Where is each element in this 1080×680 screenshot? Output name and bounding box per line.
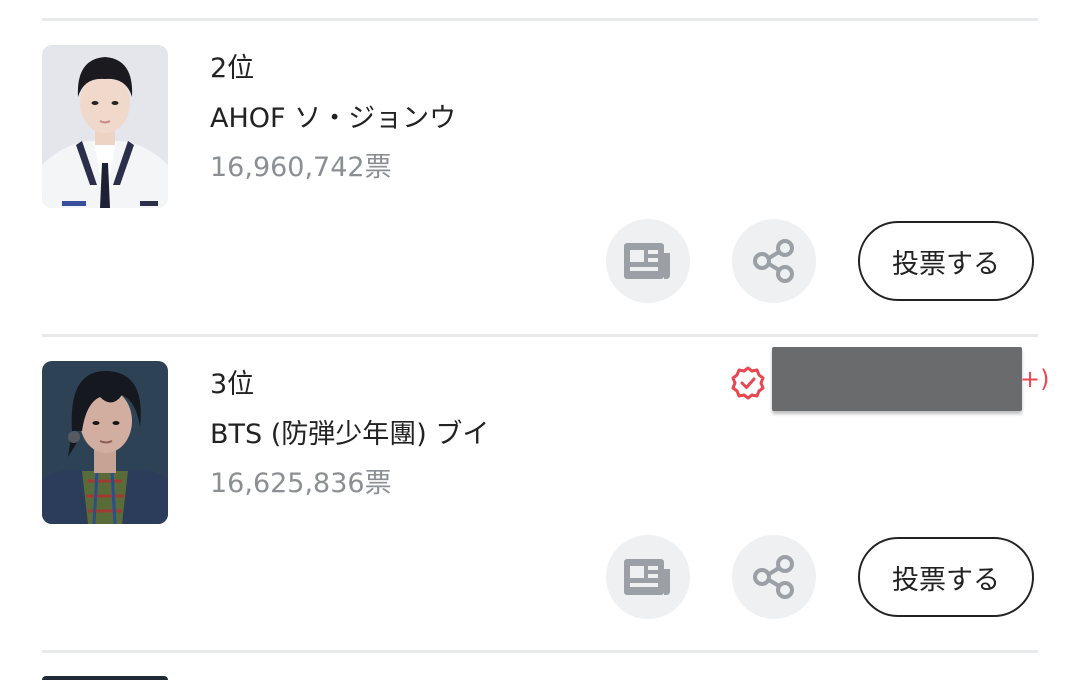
badge-suffix: +) xyxy=(1020,365,1050,393)
artist-name: BTS (防弾少年團) ブイ xyxy=(210,419,490,450)
verified-badge-icon xyxy=(730,365,766,405)
share-button[interactable] xyxy=(732,219,816,303)
news-button[interactable] xyxy=(606,219,690,303)
newspaper-icon xyxy=(624,243,670,279)
share-button[interactable] xyxy=(732,535,816,619)
ranking-list: 2位 AHOF ソ・ジョンウ 16,960,742票 投票する 3位 BTS (… xyxy=(0,0,1080,680)
news-button[interactable] xyxy=(606,535,690,619)
share-icon xyxy=(753,239,794,283)
vote-count: 16,625,836票 xyxy=(210,468,392,499)
artist-name: AHOF ソ・ジョンウ xyxy=(210,103,457,134)
divider xyxy=(42,650,1038,653)
vote-count: 16,960,742票 xyxy=(210,152,392,183)
redacted-overlay xyxy=(772,347,1022,411)
rank-label: 3位 xyxy=(210,369,255,400)
profile-photo[interactable] xyxy=(42,361,168,524)
divider xyxy=(42,334,1038,337)
rank-label: 2位 xyxy=(210,53,255,84)
share-icon xyxy=(753,555,794,599)
ranking-item-2: 2位 AHOF ソ・ジョンウ 16,960,742票 投票する xyxy=(0,45,1080,345)
vote-button[interactable]: 投票する xyxy=(858,221,1034,301)
vote-button[interactable]: 投票する xyxy=(858,537,1034,617)
profile-photo[interactable] xyxy=(42,45,168,208)
divider xyxy=(42,18,1038,21)
profile-photo[interactable] xyxy=(42,676,168,680)
newspaper-icon xyxy=(624,559,670,595)
ranking-item-3: 3位 BTS (防弾少年團) ブイ 16,625,836票 +) 投票する xyxy=(0,347,1080,661)
